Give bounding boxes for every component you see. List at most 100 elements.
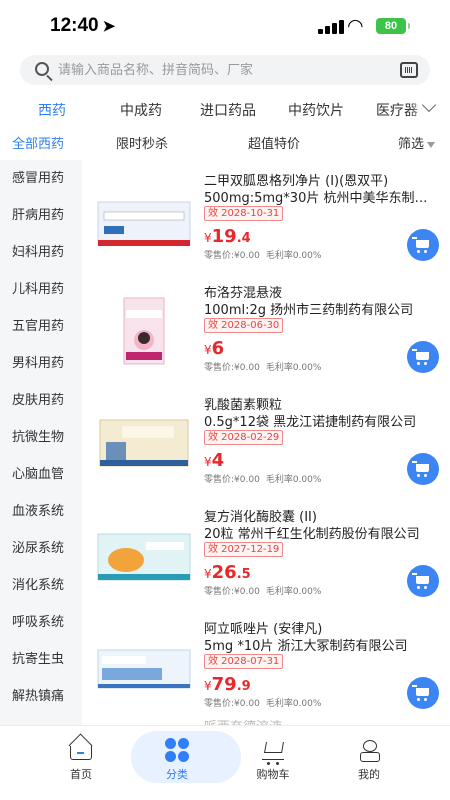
price-decimal: .9	[236, 679, 251, 694]
product-box-graphic	[96, 296, 192, 366]
currency-symbol: ¥	[204, 455, 212, 469]
filter-button[interactable]: 筛选	[398, 133, 436, 152]
nav-category-label: 分类	[166, 768, 188, 781]
margin-rate: 毛利率0.00%	[265, 587, 322, 597]
margin-rate: 毛利率0.00%	[265, 363, 322, 373]
product-card[interactable]: 乳酸菌素颗粒 0.5g*12袋 黑龙江诺捷制药有限公司 效 2028-02-29…	[82, 390, 450, 508]
time-text: 12:40	[50, 15, 99, 36]
product-card-peek[interactable]: 哌西奈德溶液	[82, 716, 450, 725]
price-decimal: .4	[236, 231, 251, 246]
margin-rate: 毛利率0.00%	[265, 475, 322, 485]
price-integer: 79	[211, 674, 237, 695]
location-arrow-icon: ➤	[102, 18, 116, 35]
sidebar-item-respiratory[interactable]: 呼吸系统	[0, 604, 82, 641]
nav-cart-label: 购物车	[256, 768, 290, 781]
filter-all[interactable]: 全部西药	[12, 133, 64, 152]
product-spec: 5mg *10片 浙江大冢制药有限公司	[204, 639, 408, 654]
sidebar-item-antiparasitic[interactable]: 抗寄生虫	[0, 641, 82, 678]
retail-price: 零售价:¥0.00	[204, 251, 260, 261]
expiry-badge: 效 2028-06-30	[204, 318, 284, 333]
product-image	[96, 520, 192, 590]
product-card[interactable]: 复方消化酶胶囊 (II) 20粒 常州千红生化制药股份有限公司 效 2027-1…	[82, 502, 450, 620]
filter-deals[interactable]: 超值特价	[248, 133, 300, 152]
product-price: ¥26.5	[204, 562, 251, 583]
nav-category[interactable]: 分类	[131, 731, 241, 784]
add-to-cart-button[interactable]	[407, 341, 439, 373]
sidebar-item-antimicrobial[interactable]: 抗微生物	[0, 419, 82, 456]
currency-symbol: ¥	[204, 679, 212, 693]
tab-herbal-pieces[interactable]: 中药饮片	[288, 100, 344, 120]
category-tabs: 西药 中成药 进口药品 中药饮片 医疗器	[0, 92, 450, 128]
nav-profile[interactable]: 我的	[329, 734, 409, 784]
profile-icon	[360, 740, 380, 762]
add-to-cart-button[interactable]	[407, 453, 439, 485]
cart-icon	[262, 740, 284, 765]
nav-home[interactable]: 首页	[41, 734, 121, 784]
expiry-badge: 效 2028-10-31	[204, 206, 284, 221]
search-input[interactable]	[58, 55, 378, 85]
product-image	[96, 408, 192, 478]
status-time: 12:40 ➤	[50, 15, 115, 37]
subcategory-sidebar: 感冒用药 肝病用药 妇科用药 儿科用药 五官用药 男科用药 皮肤用药 抗微生物 …	[0, 160, 82, 725]
sidebar-item-andrology[interactable]: 男科用药	[0, 345, 82, 382]
signal-icon	[318, 20, 344, 34]
cart-icon	[412, 573, 429, 589]
price-integer: 26	[211, 562, 237, 583]
home-icon	[70, 746, 92, 760]
sidebar-item-pediatrics[interactable]: 儿科用药	[0, 271, 82, 308]
sidebar-item-blood[interactable]: 血液系统	[0, 493, 82, 530]
sidebar-item-cold[interactable]: 感冒用药	[0, 160, 82, 197]
expiry-badge: 效 2027-12-19	[204, 542, 284, 557]
sidebar-item-digestive[interactable]: 消化系统	[0, 567, 82, 604]
product-image	[96, 632, 192, 702]
product-box-graphic	[96, 184, 192, 254]
product-price: ¥19.4	[204, 226, 251, 247]
sidebar-item-liver[interactable]: 肝病用药	[0, 197, 82, 234]
battery-icon: 80	[376, 18, 410, 34]
tab-imported-drugs[interactable]: 进口药品	[200, 100, 256, 120]
barcode-scan-icon[interactable]	[400, 62, 418, 78]
add-to-cart-button[interactable]	[407, 677, 439, 709]
filter-flash-sale[interactable]: 限时秒杀	[116, 133, 168, 152]
product-card[interactable]: 二甲双胍恩格列净片 (I)(恩双平) 500mg:5mg*30片 杭州中美华东制…	[82, 166, 450, 284]
product-box-graphic	[96, 632, 192, 702]
expiry-badge: 效 2028-07-31	[204, 654, 284, 669]
price-integer: 6	[211, 338, 225, 359]
product-card[interactable]: 布洛芬混悬液 100ml:2g 扬州市三药制药有限公司 效 2028-06-30…	[82, 278, 450, 396]
price-integer: 19	[211, 226, 237, 247]
funnel-icon	[427, 141, 436, 148]
sidebar-item-gynecology[interactable]: 妇科用药	[0, 234, 82, 271]
product-image	[96, 184, 192, 254]
add-to-cart-button[interactable]	[407, 229, 439, 261]
tab-chinese-patent-medicine[interactable]: 中成药	[120, 100, 162, 120]
product-image	[96, 296, 192, 366]
cart-icon	[412, 461, 429, 477]
sidebar-item-antipyretic[interactable]: 解热镇痛	[0, 678, 82, 715]
sidebar-item-skin[interactable]: 皮肤用药	[0, 382, 82, 419]
nav-home-label: 首页	[70, 768, 92, 781]
add-to-cart-button[interactable]	[407, 565, 439, 597]
product-box-graphic	[96, 520, 192, 590]
filter-bar: 全部西药 限时秒杀 超值特价 筛选	[0, 128, 450, 158]
sidebar-item-urinary[interactable]: 泌尿系统	[0, 530, 82, 567]
cart-icon	[412, 685, 429, 701]
nav-profile-label: 我的	[358, 768, 380, 781]
wifi-icon: ◠	[347, 15, 364, 37]
sidebar-item-ent[interactable]: 五官用药	[0, 308, 82, 345]
product-spec: 500mg:5mg*30片 杭州中美华东制药有限公司	[204, 191, 440, 206]
expiry-badge: 效 2028-02-29	[204, 430, 284, 445]
product-meta: 零售价:¥0.00 毛利率0.00%	[204, 584, 321, 597]
currency-symbol: ¥	[204, 343, 212, 357]
product-meta: 零售价:¥0.00 毛利率0.00%	[204, 248, 321, 261]
nav-cart[interactable]: 购物车	[233, 734, 313, 784]
product-list: 二甲双胍恩格列净片 (I)(恩双平) 500mg:5mg*30片 杭州中美华东制…	[82, 160, 450, 725]
retail-price: 零售价:¥0.00	[204, 699, 260, 709]
price-decimal: .5	[236, 567, 251, 582]
tab-western-medicine[interactable]: 西药	[38, 100, 66, 120]
sidebar-item-cardiovascular[interactable]: 心脑血管	[0, 456, 82, 493]
product-meta: 零售价:¥0.00 毛利率0.00%	[204, 472, 321, 485]
retail-price: 零售价:¥0.00	[204, 475, 260, 485]
search-bar[interactable]	[20, 55, 430, 85]
product-card[interactable]: 阿立哌唑片 (安律凡) 5mg *10片 浙江大冢制药有限公司 效 2028-0…	[82, 614, 450, 725]
bottom-nav: 首页 分类 购物车 我的	[0, 725, 450, 800]
